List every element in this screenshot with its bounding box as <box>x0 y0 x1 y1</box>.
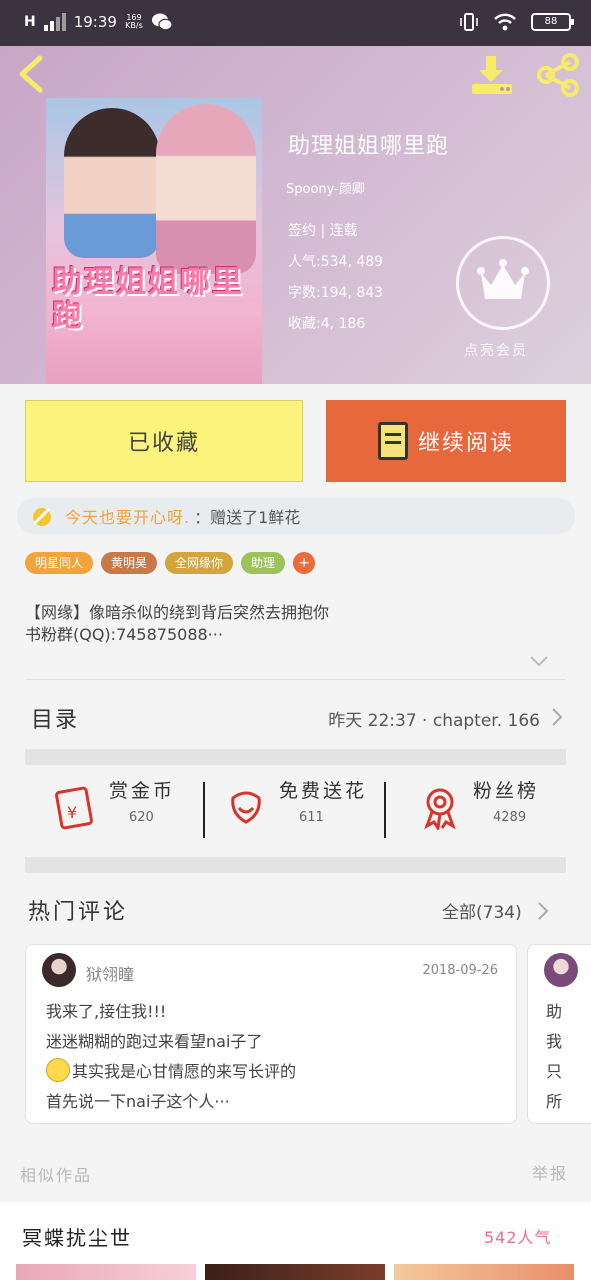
stat-name: 粉丝榜 <box>473 780 540 802</box>
comment-line: 迷迷糊糊的跑过来看望nai子了 <box>46 1032 263 1051</box>
comment-line: 我来了,接住我!!! <box>46 1002 167 1021</box>
expand-chevron-icon[interactable] <box>528 654 550 668</box>
signal-icon: H <box>24 14 36 30</box>
vip-badge[interactable] <box>456 236 550 330</box>
book-intro[interactable]: 【网缘】像暗杀似的绕到背后突然去拥抱你 书粉群(QQ):745875088··· <box>25 602 555 646</box>
add-tag-button[interactable]: + <box>293 552 316 574</box>
avatar[interactable] <box>544 953 578 987</box>
comment-card[interactable]: 狱翎瞳 2018-09-26 我来了,接住我!!! 迷迷糊糊的跑过来看望nai子… <box>25 944 517 1124</box>
smiley-icon <box>46 1058 70 1082</box>
intro-line-2: 书粉群(QQ):745875088··· <box>25 625 223 644</box>
comment-line: 只 <box>546 1062 563 1081</box>
battery-indicator: 88 <box>531 13 574 31</box>
divider <box>25 679 566 680</box>
vibrate-icon <box>460 13 478 31</box>
tag-item[interactable]: 黄明昊 <box>101 552 158 574</box>
status-time: 19:39 <box>73 13 117 31</box>
author-name[interactable]: Spoony-颜卿 <box>286 178 365 197</box>
cover-figure-female <box>156 104 256 274</box>
wifi-icon <box>494 13 516 31</box>
red-envelope-icon: ¥ <box>55 786 93 830</box>
stat-fan-ranking[interactable]: 粉丝榜 4289 <box>417 774 565 844</box>
stat-count: 620 <box>129 810 154 825</box>
stat-name: 赏金币 <box>109 780 176 802</box>
gift-message: ：赠送了1鲜花 <box>194 508 301 527</box>
flower-gift-bar[interactable]: 今天也要开心呀. ：赠送了1鲜花 <box>17 498 575 534</box>
similar-book-row[interactable]: 冥蝶扰尘世 542人气 <box>0 1202 591 1280</box>
similar-book-cover[interactable] <box>394 1264 574 1280</box>
comment-line: 我 <box>546 1032 563 1051</box>
table-of-contents-row[interactable]: 目录 昨天 22:37 · chapter. 166 <box>25 696 566 736</box>
status-bar: H 19:39 169 KB/s 88 <box>0 0 591 46</box>
share-icon[interactable] <box>534 52 582 98</box>
wechat-icon <box>151 13 173 31</box>
stat-count: 4289 <box>493 810 527 825</box>
avatar[interactable] <box>42 953 76 987</box>
vip-label[interactable]: 点亮会员 <box>464 340 528 360</box>
book-icon <box>377 422 408 460</box>
crown-icon <box>477 259 529 299</box>
similar-book-title: 冥蝶扰尘世 <box>22 1226 132 1250</box>
comment-line-with-emoji: 其实我是心甘情愿的来写长评的 <box>46 1057 506 1087</box>
comment-line: 其实我是心甘情愿的来写长评的 <box>72 1062 297 1081</box>
chevron-right-icon <box>552 708 563 726</box>
download-icon[interactable] <box>468 54 516 96</box>
back-arrow-icon[interactable] <box>14 54 50 94</box>
toc-label: 目录 <box>31 708 80 733</box>
section-band <box>25 857 566 873</box>
comment-line: 首先说一下nai子这个人··· <box>46 1092 230 1111</box>
svg-text:¥: ¥ <box>67 803 77 822</box>
gift-sender: 今天也要开心呀. <box>65 508 191 527</box>
stat-separator <box>203 782 205 838</box>
book-favorites: 收藏:4, 186 <box>288 316 366 332</box>
stat-count: 611 <box>299 810 324 825</box>
medal-icon <box>424 788 456 830</box>
net-speed: 169 KB/s <box>125 13 143 30</box>
comment-date: 2018-09-26 <box>422 963 498 978</box>
comment-card[interactable]: 助 我 只 所 <box>527 944 591 1124</box>
cover-figure-male <box>64 108 160 258</box>
section-band <box>25 749 566 765</box>
similar-book-cover[interactable] <box>205 1264 385 1280</box>
comment-line: 助 <box>546 1002 563 1021</box>
continue-reading-button[interactable]: 继续阅读 <box>326 400 566 482</box>
megaphone-icon <box>33 507 51 526</box>
similar-book-cover[interactable] <box>16 1264 196 1280</box>
book-word-count: 字数:194, 843 <box>288 285 384 301</box>
report-link[interactable]: 举报 <box>532 1160 568 1184</box>
tag-item[interactable]: 全网缘你 <box>165 552 234 574</box>
favorited-label: 已收藏 <box>127 431 200 456</box>
comment-line: 所 <box>546 1092 563 1111</box>
similar-works-label: 相似作品 <box>20 1166 93 1185</box>
book-meta: 签约 | 连载 人气:534, 489 字数:194, 843 收藏:4, 18… <box>288 216 383 340</box>
book-popularity: 人气:534, 489 <box>288 254 384 270</box>
similar-book-popularity: 542人气 <box>484 1228 552 1247</box>
book-status: 签约 | 连载 <box>288 223 358 239</box>
cover-title-art: 助理姐姐哪里跑 <box>52 265 244 334</box>
signal-bars-icon <box>43 13 66 31</box>
comment-body: 我来了,接住我!!! 迷迷糊糊的跑过来看望nai子了 其实我是心甘情愿的来写长评… <box>46 997 506 1117</box>
book-cover[interactable]: 助理姐姐哪里跑 <box>46 98 262 384</box>
book-title: 助理姐姐哪里跑 <box>288 134 450 159</box>
stat-free-flowers[interactable]: 免费送花 611 <box>223 774 383 844</box>
tag-list: 明星同人 黄明昊 全网缘你 助理 + <box>25 552 316 574</box>
hot-comments-title: 热门评论 <box>28 900 129 925</box>
latest-chapter: 昨天 22:37 · chapter. 166 <box>328 711 540 731</box>
stat-reward-coins[interactable]: ¥ 赏金币 620 <box>53 774 203 844</box>
all-comments-link[interactable]: 全部(734) <box>442 898 522 923</box>
tag-item[interactable]: 助理 <box>241 552 286 574</box>
tag-item[interactable]: 明星同人 <box>25 552 94 574</box>
book-detail-panel: 已收藏 继续阅读 今天也要开心呀. ：赠送了1鲜花 明星同人 黄明昊 全网缘你 … <box>0 384 591 1204</box>
favorited-button[interactable]: 已收藏 <box>25 400 303 482</box>
stat-separator <box>384 782 386 838</box>
intro-line-1: 【网缘】像暗杀似的绕到背后突然去拥抱你 <box>25 603 330 622</box>
flower-icon <box>231 791 261 824</box>
book-header: 助理姐姐哪里跑 助理姐姐哪里跑 Spoony-颜卿 签约 | 连载 人气:534… <box>0 46 591 384</box>
chevron-right-icon[interactable] <box>536 900 550 922</box>
comment-body: 助 我 只 所 <box>546 997 562 1117</box>
continue-reading-label: 继续阅读 <box>417 431 514 456</box>
comment-username[interactable]: 狱翎瞳 <box>86 961 134 985</box>
stats-row: ¥ 赏金币 620 免费送花 611 粉丝榜 4289 <box>25 774 566 844</box>
stat-name: 免费送花 <box>279 780 368 802</box>
